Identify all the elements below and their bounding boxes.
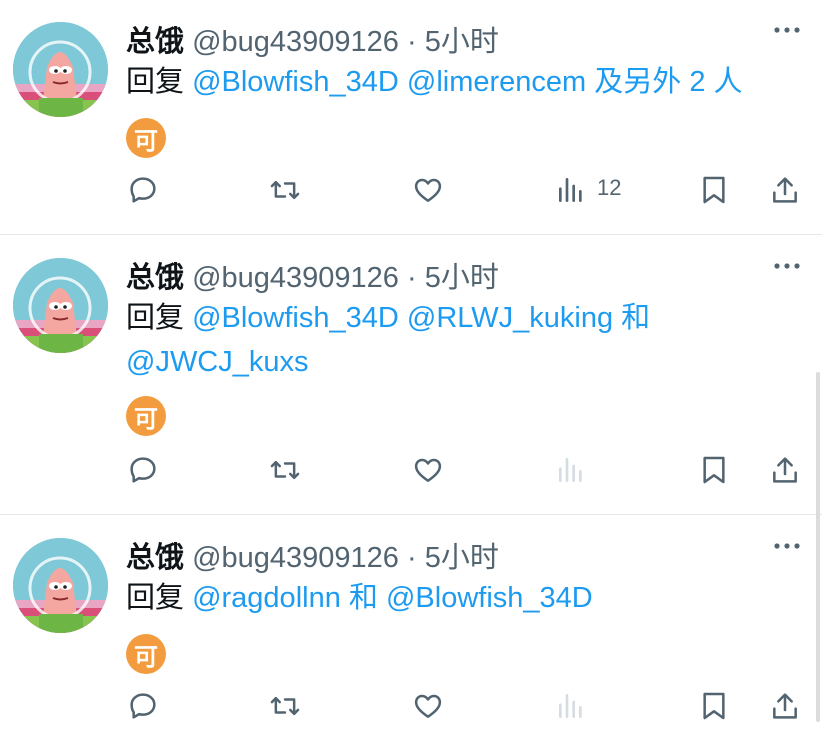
reply-context: 回复 @Blowfish_34D @RLWJ_kuking 和 @JWCJ_ku… [126, 296, 806, 384]
reply-icon[interactable] [126, 173, 160, 207]
timestamp[interactable]: 5小时 [425, 542, 499, 574]
action-bar [0, 453, 822, 493]
more-dots-icon[interactable] [770, 20, 804, 40]
tweet-header: 总饿 @bug43909126 · 5小时 [126, 18, 499, 60]
user-handle[interactable]: @bug43909126 [192, 542, 399, 574]
emoji-ke: 可 [126, 118, 166, 158]
tweet-header: 总饿 @bug43909126 · 5小时 [126, 254, 499, 296]
display-name[interactable]: 总饿 [126, 262, 184, 294]
reply-line-1: 回复 @Blowfish_34D @RLWJ_kuking 和 [126, 296, 806, 340]
divider [0, 234, 822, 235]
share-icon[interactable] [768, 453, 802, 487]
reply-line-2: @JWCJ_kuxs [126, 340, 806, 384]
reply-context: 回复 @ragdollnn 和 @Blowfish_34D [126, 576, 806, 620]
user-handle[interactable]: @bug43909126 [192, 26, 399, 58]
bookmark-icon[interactable] [697, 453, 731, 487]
avatar[interactable] [13, 258, 108, 353]
divider [0, 514, 822, 515]
views-icon[interactable] [554, 689, 588, 723]
reply-context: 回复 @Blowfish_34D @limerencem 及另外 2 人 [126, 60, 806, 104]
avatar[interactable] [13, 538, 108, 633]
user-handle[interactable]: @bug43909126 [192, 262, 399, 294]
reply-link[interactable]: 及另外 2 人 [594, 66, 742, 98]
tweet-header: 总饿 @bug43909126 · 5小时 [126, 534, 499, 576]
avatar[interactable] [13, 22, 108, 117]
separator-dot: · [407, 262, 417, 294]
mention-link[interactable]: @limerencem [407, 66, 586, 98]
separator-dot: · [407, 542, 417, 574]
like-icon[interactable] [411, 453, 445, 487]
more-dots-icon[interactable] [770, 256, 804, 276]
action-bar [0, 689, 822, 729]
reply-icon[interactable] [126, 453, 160, 487]
like-icon[interactable] [411, 689, 445, 723]
timestamp[interactable]: 5小时 [425, 262, 499, 294]
mention-link[interactable]: @Blowfish_34D [192, 302, 399, 334]
like-icon[interactable] [411, 173, 445, 207]
share-icon[interactable] [768, 689, 802, 723]
mention-link[interactable]: @Blowfish_34D [386, 582, 593, 614]
retweet-icon[interactable] [268, 173, 302, 207]
emoji-ke: 可 [126, 396, 166, 436]
reply-link[interactable]: 和 [341, 582, 386, 614]
share-icon[interactable] [768, 173, 802, 207]
reply-prefix: 回复 [126, 302, 185, 334]
retweet-icon[interactable] [268, 453, 302, 487]
views-icon[interactable] [554, 173, 588, 207]
mention-link[interactable]: @ragdollnn [192, 582, 341, 614]
reply-link[interactable]: 和 [621, 302, 650, 334]
reply-prefix: 回复 [126, 582, 185, 614]
reply-icon[interactable] [126, 689, 160, 723]
bookmark-icon[interactable] [697, 689, 731, 723]
more-dots-icon[interactable] [770, 536, 804, 556]
mention-link[interactable]: @RLWJ_kuking [407, 302, 613, 334]
retweet-icon[interactable] [268, 689, 302, 723]
reply-prefix: 回复 [126, 66, 185, 98]
timestamp[interactable]: 5小时 [425, 26, 499, 58]
display-name[interactable]: 总饿 [126, 542, 184, 574]
display-name[interactable]: 总饿 [126, 26, 184, 58]
views-count: 12 [597, 175, 622, 200]
bookmark-icon[interactable] [697, 173, 731, 207]
views-icon[interactable] [554, 453, 588, 487]
emoji-ke: 可 [126, 634, 166, 674]
action-bar: 12 [0, 173, 822, 213]
scrollbar[interactable] [816, 372, 820, 722]
mention-link[interactable]: @JWCJ_kuxs [126, 346, 309, 378]
mention-link[interactable]: @Blowfish_34D [192, 66, 399, 98]
reply-line-1: 回复 @ragdollnn 和 @Blowfish_34D [126, 576, 806, 620]
separator-dot: · [407, 26, 417, 58]
reply-line-1: 回复 @Blowfish_34D @limerencem 及另外 2 人 [126, 60, 806, 104]
